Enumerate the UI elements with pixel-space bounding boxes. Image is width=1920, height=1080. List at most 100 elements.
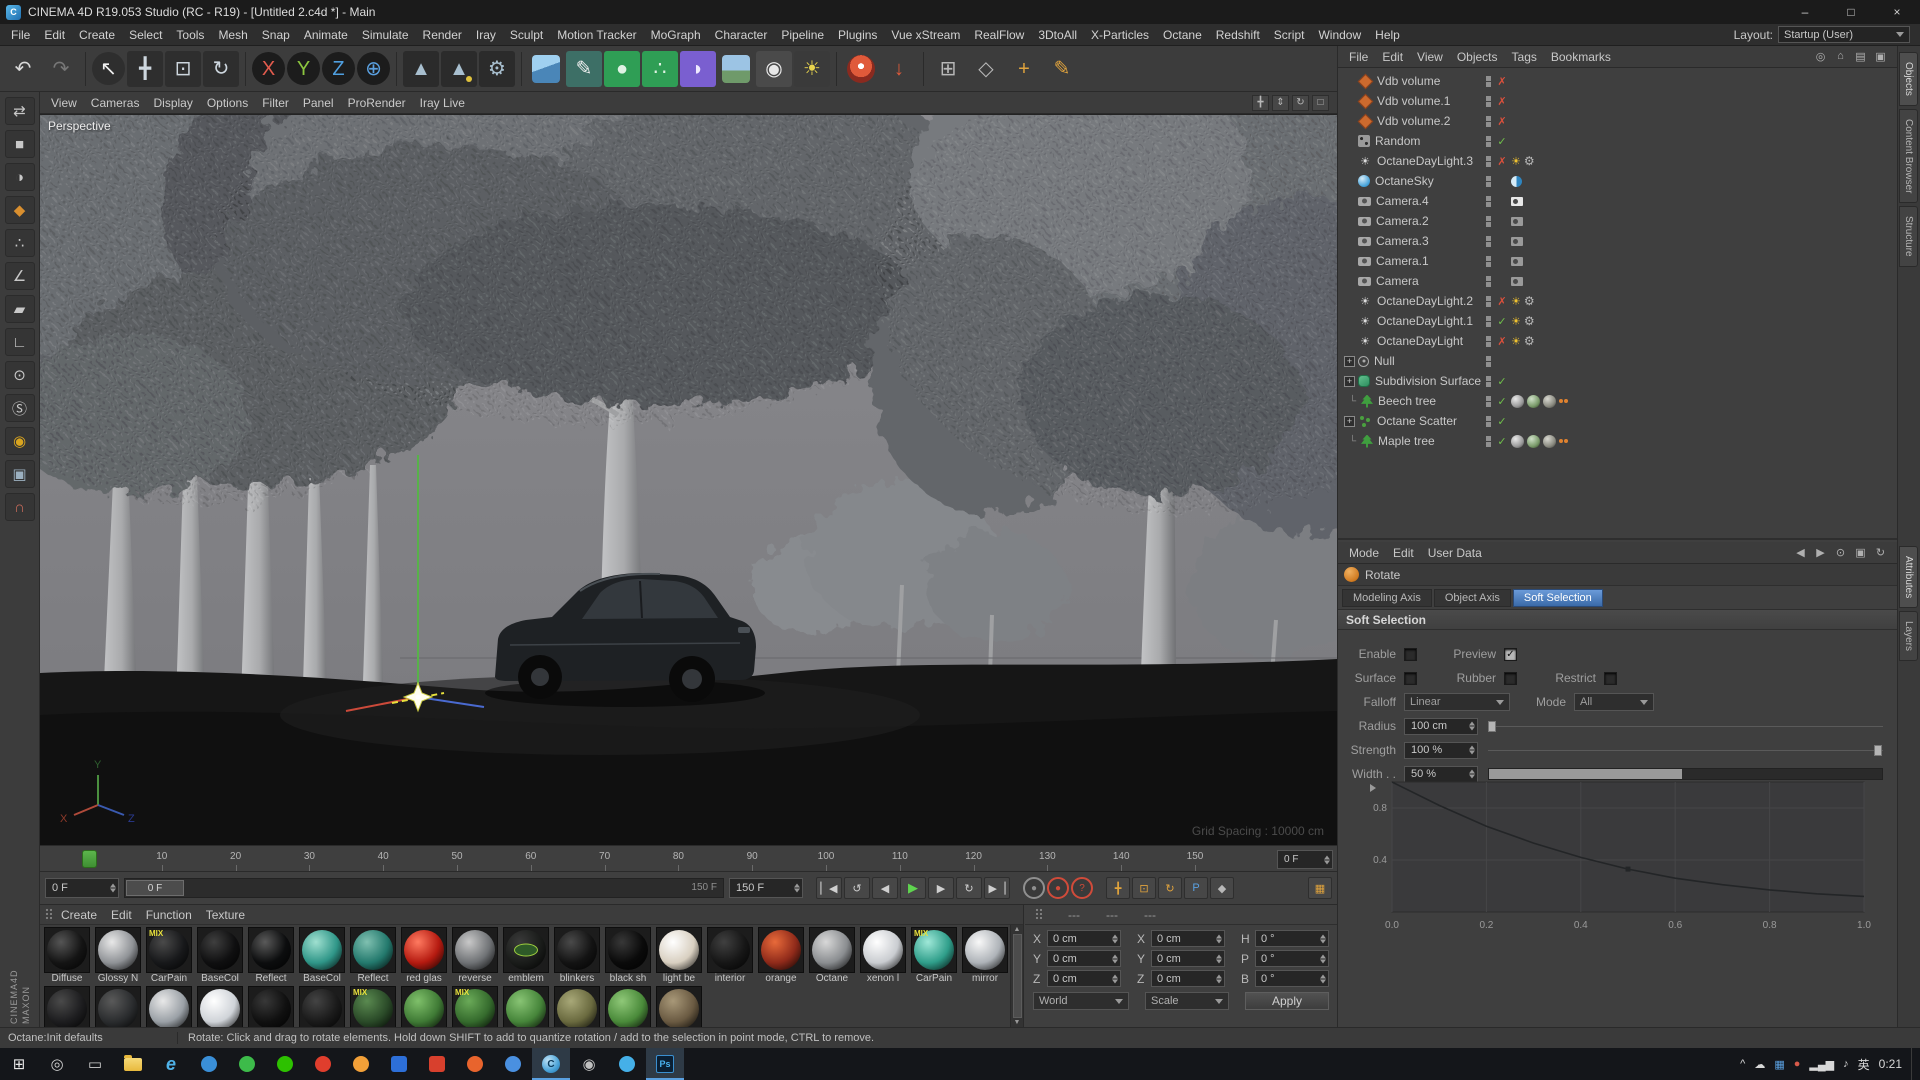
gear-tag-icon[interactable]: ⚙ (1524, 314, 1535, 328)
octane-render-icon[interactable]: ↓ (881, 51, 917, 87)
attr-forward-icon[interactable]: ▶ (1813, 546, 1828, 559)
checkbox-restrict[interactable] (1604, 672, 1617, 685)
coord-field-size-x[interactable]: 0 cm (1151, 930, 1225, 947)
apply-button[interactable]: Apply (1245, 992, 1329, 1010)
visibility-dots-icon[interactable] (1486, 216, 1491, 227)
om-menu-tags[interactable]: Tags (1505, 50, 1544, 64)
photoshop[interactable]: Ps (646, 1048, 684, 1080)
add-environment-icon[interactable] (718, 51, 754, 87)
material-swatch-r2-9[interactable] (503, 986, 549, 1027)
add-generator-icon[interactable]: ● (604, 51, 640, 87)
snap-modes-icon[interactable]: ◇ (968, 51, 1004, 87)
viewport-menu-display[interactable]: Display (146, 96, 199, 110)
coord-field-size-y[interactable]: 0 cm (1151, 950, 1225, 967)
slider-handle[interactable] (1874, 745, 1882, 756)
material-swatch-r2-6[interactable]: MIX (350, 986, 396, 1027)
visibility-dots-icon[interactable] (1486, 396, 1491, 407)
material-menu-edit[interactable]: Edit (104, 908, 139, 922)
visibility-dots-icon[interactable] (1486, 156, 1491, 167)
undo-icon[interactable]: ↶ (5, 51, 41, 87)
attr-refresh-icon[interactable]: ↻ (1873, 546, 1888, 559)
network-icon[interactable]: ▂▄▆ (1809, 1058, 1834, 1071)
app-blue[interactable] (494, 1048, 532, 1080)
menu-x-particles[interactable]: X-Particles (1084, 28, 1156, 42)
slider-handle[interactable] (1488, 721, 1496, 732)
clock[interactable]: 0:21 (1879, 1057, 1902, 1071)
om-home-icon[interactable]: ⌂ (1833, 50, 1848, 63)
checkbox-enable[interactable] (1404, 648, 1417, 661)
panel-grip[interactable] (45, 908, 52, 921)
material-mirror-r1-18[interactable]: mirror (962, 927, 1008, 984)
move-tool-icon[interactable]: ╋ (127, 51, 163, 87)
cinema4d-taskbar[interactable]: C (532, 1048, 570, 1080)
coord-header-item-1[interactable]: --- (1106, 908, 1118, 922)
material-diffuse-r1-0[interactable]: Diffuse (44, 927, 90, 984)
viewport-zoom-icon[interactable]: ⇕ (1272, 95, 1289, 111)
object-row-camera[interactable]: Camera (1338, 271, 1897, 291)
camera-tag-icon[interactable] (1511, 197, 1523, 206)
coord-header-item-0[interactable]: --- (1068, 908, 1080, 922)
edges-mode-icon[interactable]: ∠ (5, 262, 35, 290)
object-row-random[interactable]: Random✓ (1338, 131, 1897, 151)
object-row-vdb-volume-1[interactable]: Vdb volume.1✗ (1338, 91, 1897, 111)
material-swatch-r2-3[interactable] (197, 986, 243, 1027)
material-black-sh-r1-11[interactable]: black sh (605, 927, 651, 984)
app-orange[interactable] (342, 1048, 380, 1080)
play-button[interactable]: ▶ (900, 877, 926, 899)
object-row-octanedaylight-3[interactable]: ☀OctaneDayLight.3✗☀⚙ (1338, 151, 1897, 171)
gear-tag-icon[interactable]: ⚙ (1524, 294, 1535, 308)
visibility-dots-icon[interactable] (1486, 316, 1491, 327)
stepper[interactable] (1216, 974, 1222, 983)
object-row-vdb-volume[interactable]: Vdb volume✗ (1338, 71, 1897, 91)
minimize-button[interactable]: – (1782, 0, 1828, 24)
object-row-octanedaylight[interactable]: ☀OctaneDayLight✗☀⚙ (1338, 331, 1897, 351)
menu-pipeline[interactable]: Pipeline (774, 28, 831, 42)
live-selection-icon[interactable]: ↖ (92, 52, 125, 85)
menu-character[interactable]: Character (708, 28, 775, 42)
timeline-slider[interactable]: 0 F 150 F (124, 878, 724, 898)
object-row-beech-tree[interactable]: └Beech tree✓ (1338, 391, 1897, 411)
octane-live-viewer-icon[interactable] (843, 51, 879, 87)
material-swatch-r2-7[interactable] (401, 986, 447, 1027)
om-menu-view[interactable]: View (1410, 50, 1450, 64)
tab-object-axis[interactable]: Object Axis (1434, 589, 1511, 607)
stepper[interactable] (1112, 974, 1118, 983)
visibility-dots-icon[interactable] (1486, 276, 1491, 287)
qq[interactable] (608, 1048, 646, 1080)
scroll-down-icon[interactable]: ▼ (1014, 1019, 1021, 1026)
material-reflect-r1-4[interactable]: Reflect (248, 927, 294, 984)
material-carpain-r1-17[interactable]: MIXCarPain (911, 927, 957, 984)
coord-mode-dropdown[interactable]: Scale (1145, 992, 1229, 1010)
object-row-camera-1[interactable]: Camera.1 (1338, 251, 1897, 271)
enabled-off-icon[interactable]: ✗ (1496, 155, 1508, 168)
tab-modeling-axis[interactable]: Modeling Axis (1342, 589, 1432, 607)
stepper[interactable] (1324, 855, 1330, 864)
workplane-modes-icon[interactable]: ⊞ (930, 51, 966, 87)
menu-select[interactable]: Select (122, 28, 169, 42)
material-swatch-r2-12[interactable] (656, 986, 702, 1027)
om-filter-icon[interactable]: ▤ (1853, 50, 1868, 63)
visibility-dots-icon[interactable] (1486, 356, 1491, 367)
object-row-subdivision-surface[interactable]: +Subdivision Surface✓ (1338, 371, 1897, 391)
viewport-menu-prorender[interactable]: ProRender (341, 96, 413, 110)
stepper[interactable] (1469, 746, 1475, 755)
material-scrollbar[interactable]: ▲ ▼ (1010, 925, 1023, 1027)
sun-tag-icon[interactable]: ☀ (1511, 155, 1521, 168)
panel-grip[interactable] (1035, 908, 1042, 921)
stepper[interactable] (1320, 974, 1326, 983)
stepper[interactable] (1216, 954, 1222, 963)
falloff-curve[interactable]: 0.00.20.40.60.81.00.80.4 (1362, 774, 1878, 944)
coord-field-rotation-b[interactable]: 0 ° (1255, 970, 1329, 987)
key-parameter-toggle[interactable]: P (1184, 877, 1208, 899)
enabled-on-icon[interactable]: ✓ (1496, 415, 1508, 428)
menu-help[interactable]: Help (1368, 28, 1407, 42)
tab-soft-selection[interactable]: Soft Selection (1513, 589, 1603, 607)
search-button[interactable]: ◎ (38, 1048, 76, 1080)
viewport-menu-options[interactable]: Options (200, 96, 255, 110)
task-view-button[interactable]: ▭ (76, 1048, 114, 1080)
axis-workplane-icon[interactable]: ∟ (5, 328, 35, 356)
frame-range-box[interactable]: 0 F (1277, 850, 1333, 869)
selection-tag-icon[interactable] (1559, 439, 1568, 443)
add-deformer-icon[interactable]: ◗ (680, 51, 716, 87)
expand-icon[interactable]: + (1344, 376, 1355, 387)
